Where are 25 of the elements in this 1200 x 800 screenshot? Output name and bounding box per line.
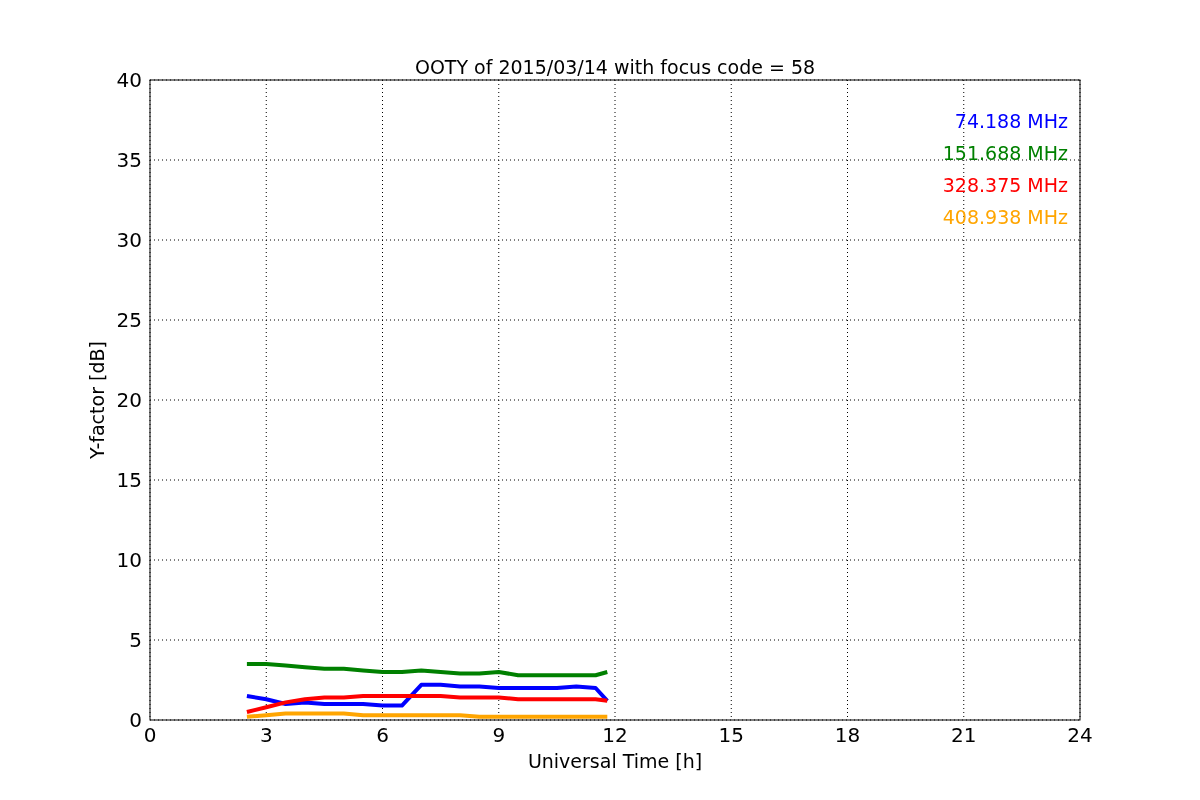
tick-label: 3 xyxy=(259,723,273,747)
tick-label: 18 xyxy=(834,723,861,747)
legend-label: 74.188 MHz xyxy=(954,110,1068,132)
tick-label: 0 xyxy=(129,708,142,732)
tick-label: 15 xyxy=(116,468,142,492)
tick-label: 40 xyxy=(116,68,142,92)
tick-label: 30 xyxy=(116,228,142,252)
tick-label: 20 xyxy=(116,388,142,412)
tick-label: 21 xyxy=(951,723,977,747)
tick-label: 15 xyxy=(718,723,744,747)
tick-label: 25 xyxy=(116,308,142,332)
axis-label: Universal Time [h] xyxy=(527,750,703,772)
tick-label: 24 xyxy=(1067,723,1093,747)
tick-label: 6 xyxy=(376,723,389,747)
tick-label: 35 xyxy=(116,148,142,172)
legend-label: 408.938 MHz xyxy=(942,206,1068,228)
tick-label: 9 xyxy=(492,723,506,747)
tick-label: 12 xyxy=(602,723,628,747)
legend-label: 328.375 MHz xyxy=(942,174,1068,196)
tick-label: 10 xyxy=(116,548,142,572)
legend-label: 151.688 MHz xyxy=(942,142,1068,164)
chart-title: OOTY of 2015/03/14 with focus code = 58 xyxy=(414,56,816,78)
tick-label: 5 xyxy=(129,628,142,652)
tick-label: 0 xyxy=(143,723,157,747)
axis-label: Y-factor [dB] xyxy=(86,341,108,459)
